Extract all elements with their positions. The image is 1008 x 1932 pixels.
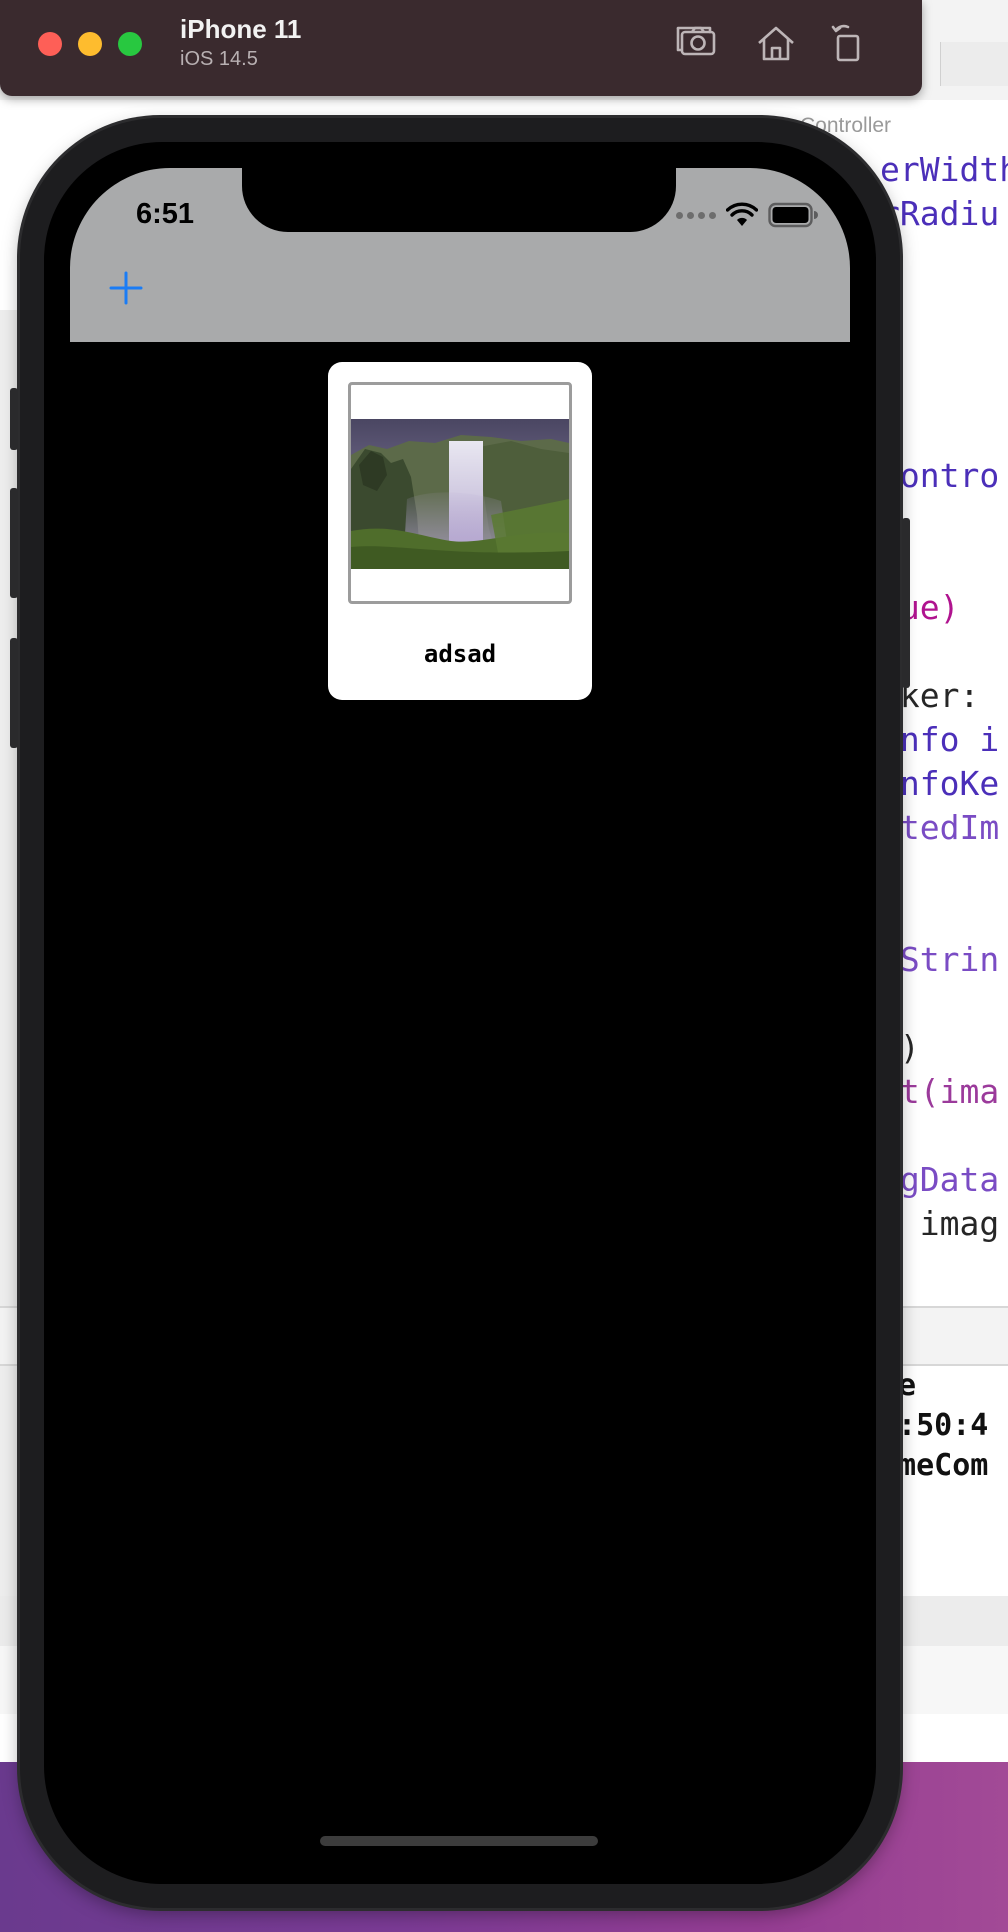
minimize-window-button[interactable] (78, 32, 102, 56)
screenshot-icon[interactable] (672, 18, 724, 70)
volume-down-button (10, 638, 18, 748)
plus-icon[interactable] (106, 268, 146, 308)
status-indicators (676, 200, 818, 230)
app-screen: 6:51 adsad (70, 168, 850, 1884)
code-line: erWidth (880, 150, 1008, 189)
battery-icon (768, 202, 818, 228)
status-time: 6:51 (136, 198, 195, 230)
notch (242, 168, 676, 232)
cellular-signal-icon (676, 211, 716, 219)
simulator-device-name: iPhone 11 (180, 14, 302, 44)
waterfall-photo (351, 419, 569, 569)
close-window-button[interactable] (38, 32, 62, 56)
side-button (902, 518, 910, 688)
item-card[interactable]: adsad (328, 362, 592, 700)
mute-switch (10, 388, 18, 450)
xcode-tab (940, 42, 1008, 86)
photo-frame (348, 382, 572, 604)
home-icon[interactable] (750, 18, 802, 70)
simulator-titlebar: iPhone 11 iOS 14.5 (0, 0, 922, 96)
rotate-icon[interactable] (822, 18, 874, 70)
code-line: rRadiu (880, 194, 1000, 233)
wifi-icon (726, 202, 758, 226)
simulator-os-version: iOS 14.5 (180, 48, 258, 70)
home-indicator[interactable] (320, 1836, 598, 1846)
card-title: adsad (423, 640, 497, 668)
volume-up-button (10, 488, 18, 598)
zoom-window-button[interactable] (118, 32, 142, 56)
